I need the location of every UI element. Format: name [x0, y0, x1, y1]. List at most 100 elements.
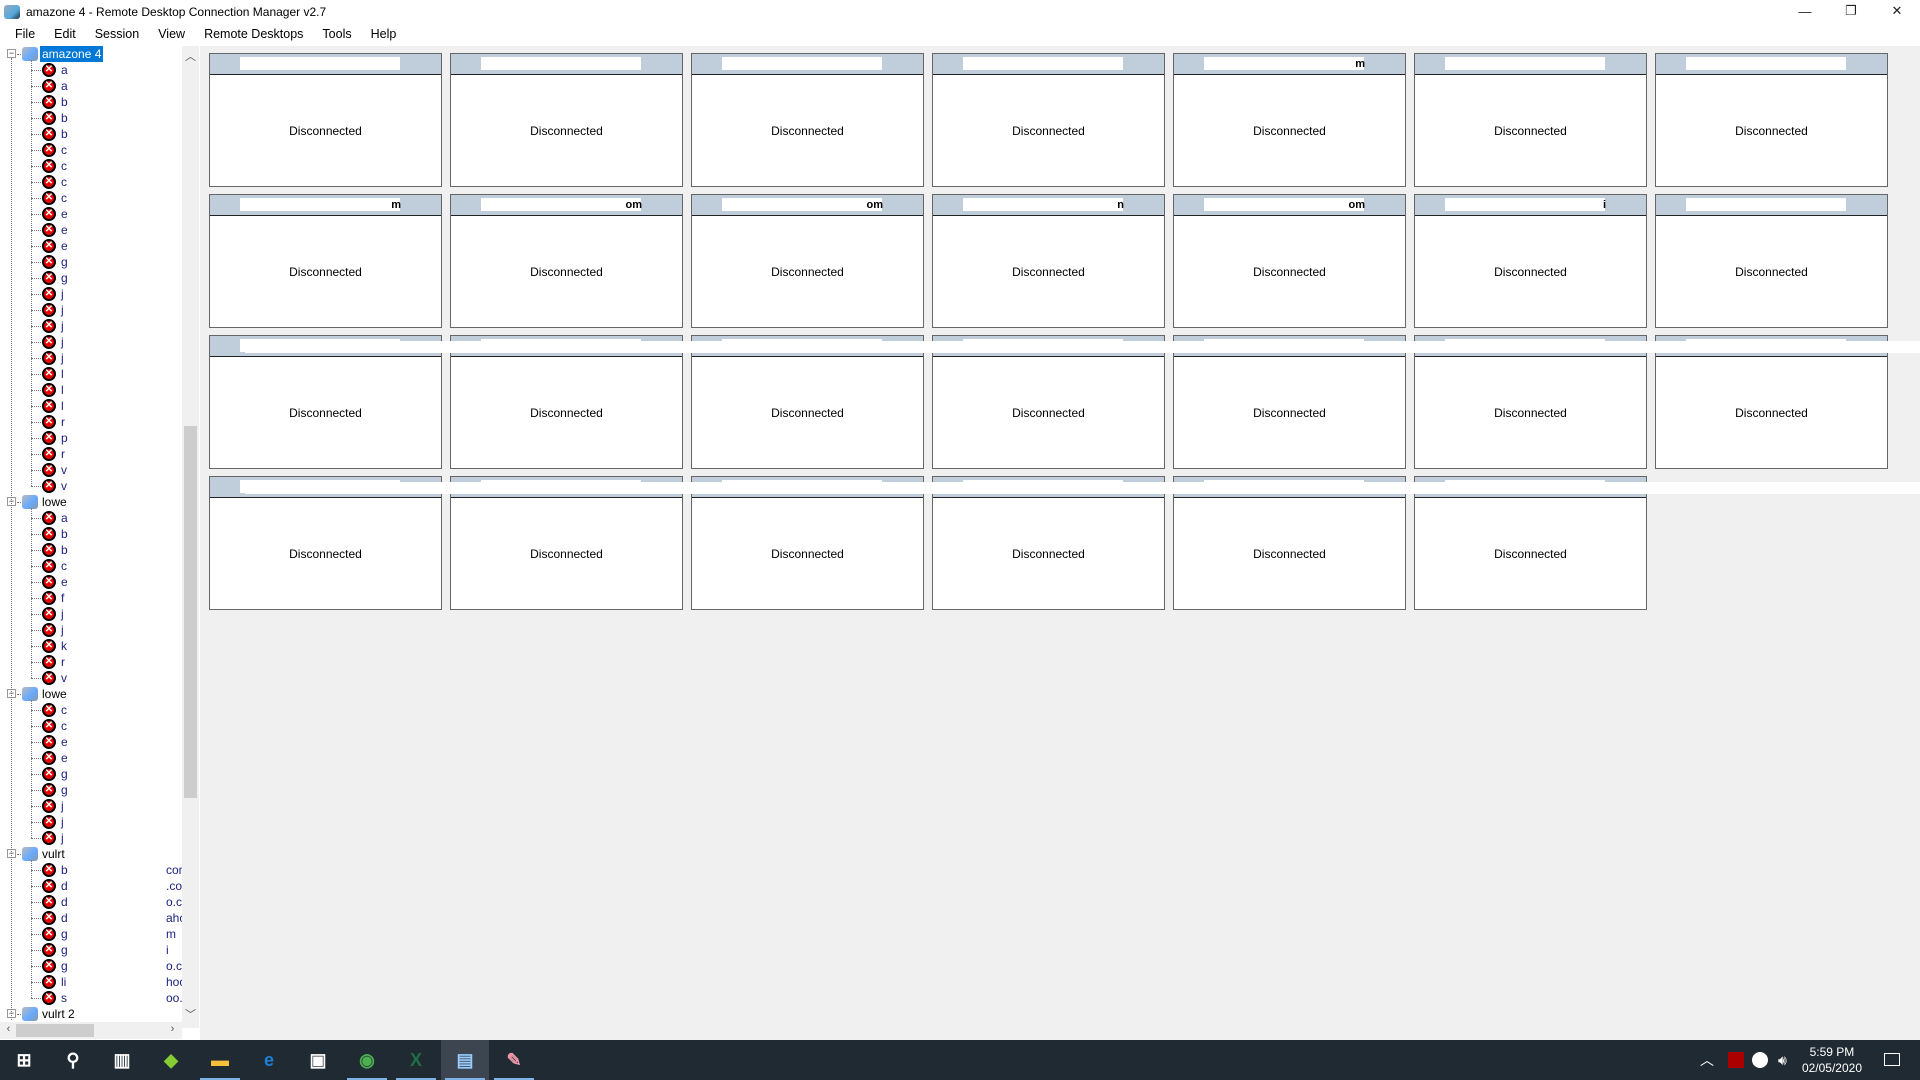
session-thumbnail[interactable]: m Disconnected	[1173, 53, 1406, 187]
xbox-icon[interactable]	[1752, 1052, 1768, 1068]
tree-server-item[interactable]: ✕ b	[0, 94, 182, 110]
tree-server-item[interactable]: ✕ l	[0, 366, 182, 382]
session-thumbnail[interactable]: n Disconnected	[932, 194, 1165, 328]
tree-server-item[interactable]: ✕ k	[0, 638, 182, 654]
tree-server-item[interactable]: ✕ j	[0, 830, 182, 846]
tree-server-item[interactable]: ✕ e	[0, 734, 182, 750]
tree-server-item[interactable]: ✕ j	[0, 622, 182, 638]
tree-group[interactable]: − vulrt	[0, 846, 182, 862]
tree-server-item[interactable]: ✕ e	[0, 574, 182, 590]
session-thumbnail[interactable]: Disconnected	[1655, 335, 1888, 469]
menu-edit[interactable]: Edit	[45, 27, 86, 41]
session-thumbnail[interactable]: Disconnected	[691, 335, 924, 469]
tree-server-item[interactable]: ✕ v	[0, 462, 182, 478]
menu-tools[interactable]: Tools	[313, 27, 361, 41]
chrome-taskbar-button[interactable]: ◉	[343, 1040, 391, 1080]
paint-taskbar-button[interactable]: ✎	[490, 1040, 538, 1080]
tree-server-item[interactable]: ✕ v	[0, 478, 182, 494]
bluestacks-taskbar-button[interactable]: ◆	[147, 1040, 195, 1080]
tree-server-item[interactable]: ✕ v	[0, 670, 182, 686]
tree-server-item[interactable]: ✕ j	[0, 318, 182, 334]
tree-server-item[interactable]: ✕ g	[0, 782, 182, 798]
session-thumbnail[interactable]: Disconnected	[1655, 194, 1888, 328]
tree-server-item[interactable]: ✕ e	[0, 750, 182, 766]
session-thumbnail[interactable]: Disconnected	[932, 476, 1165, 610]
tree-server-item[interactable]: ✕ c	[0, 174, 182, 190]
show-hidden-icons-icon[interactable]: ︿	[1700, 1050, 1714, 1070]
collapse-icon[interactable]: −	[7, 49, 16, 58]
thumbnail-header[interactable]	[451, 54, 682, 75]
tree-server-item[interactable]: ✕ d o.c	[0, 894, 182, 910]
tree-server-item[interactable]: ✕ li hoo	[0, 974, 182, 990]
thumbnail-header[interactable]: n	[933, 195, 1164, 216]
thumbnail-header[interactable]	[1415, 54, 1646, 75]
menu-session[interactable]: Session	[86, 27, 149, 41]
action-center-icon[interactable]	[1884, 1053, 1900, 1066]
session-thumbnail[interactable]: Disconnected	[1414, 476, 1647, 610]
tree-server-item[interactable]: ✕ j	[0, 798, 182, 814]
tree-server-item[interactable]: ✕ c	[0, 718, 182, 734]
scroll-thumb-horizontal[interactable]	[16, 1024, 94, 1037]
session-thumbnail[interactable]: Disconnected	[691, 476, 924, 610]
tree-server-item[interactable]: ✕ c	[0, 142, 182, 158]
excel-taskbar-button[interactable]: X	[392, 1040, 440, 1080]
tree-server-item[interactable]: ✕ l	[0, 398, 182, 414]
tree-server-item[interactable]: ✕ b	[0, 542, 182, 558]
session-thumbnail[interactable]: Disconnected	[1173, 476, 1406, 610]
thumbnail-header[interactable]	[692, 54, 923, 75]
thumbnail-header[interactable]	[210, 54, 441, 75]
tree-horizontal-scrollbar[interactable]: ‹ ›	[0, 1022, 182, 1039]
session-thumbnail[interactable]: m Disconnected	[209, 194, 442, 328]
thumbnail-header[interactable]: om	[692, 195, 923, 216]
menu-file[interactable]: File	[6, 27, 45, 41]
search-taskbar-button[interactable]: ⚲	[49, 1040, 97, 1080]
tree-server-item[interactable]: ✕ a	[0, 510, 182, 526]
session-thumbnail[interactable]: Disconnected	[1655, 53, 1888, 187]
tree-vertical-scrollbar[interactable]: ︿ ﹀	[182, 46, 199, 1028]
thumbnail-header[interactable]	[933, 54, 1164, 75]
tree-server-item[interactable]: ✕ j	[0, 334, 182, 350]
session-thumbnail[interactable]: Disconnected	[932, 335, 1165, 469]
tree-group[interactable]: − vulrt 2	[0, 1006, 182, 1022]
tree-server-item[interactable]: ✕ g m	[0, 926, 182, 942]
tree-group[interactable]: − lowe	[0, 686, 182, 702]
session-thumbnail[interactable]: om Disconnected	[1173, 194, 1406, 328]
tree-server-item[interactable]: ✕ c	[0, 158, 182, 174]
tree-server-item[interactable]: ✕ d .co	[0, 878, 182, 894]
tree-server-item[interactable]: ✕ b com	[0, 862, 182, 878]
scroll-down-icon[interactable]: ﹀	[182, 1006, 199, 1022]
tree-server-item[interactable]: ✕ j	[0, 814, 182, 830]
session-thumbnail[interactable]: Disconnected	[209, 335, 442, 469]
volume-icon[interactable]: 🔊︎	[1778, 1052, 1787, 1069]
start-taskbar-button[interactable]: ⊞	[0, 1040, 48, 1080]
session-thumbnail[interactable]: Disconnected	[1414, 335, 1647, 469]
session-thumbnail[interactable]: om Disconnected	[691, 194, 924, 328]
server-tree[interactable]: − amazone 4 ✕ a ✕ a ✕ b ✕ b ✕ b ✕ c ✕ c ✕ c ✕ c ✕ e ✕ e ✕ e ✕ g ✕ g ✕ j…	[0, 46, 182, 1028]
session-thumbnail[interactable]: Disconnected	[209, 476, 442, 610]
tree-server-item[interactable]: ✕ g i	[0, 942, 182, 958]
tree-server-item[interactable]: ✕ b	[0, 526, 182, 542]
menu-view[interactable]: View	[149, 27, 195, 41]
tree-server-item[interactable]: ✕ j	[0, 302, 182, 318]
thumbnail-header[interactable]	[1656, 195, 1887, 216]
task-view-taskbar-button[interactable]: ▥	[98, 1040, 146, 1080]
menu-help[interactable]: Help	[362, 27, 407, 41]
tree-server-item[interactable]: ✕ f	[0, 590, 182, 606]
tree-server-item[interactable]: ✕ e	[0, 238, 182, 254]
tree-server-item[interactable]: ✕ b	[0, 126, 182, 142]
tree-group[interactable]: − lowe	[0, 494, 182, 510]
clock[interactable]: 5:59 PM 02/05/2020	[1802, 1044, 1862, 1076]
restore-button[interactable]: ❐	[1828, 0, 1874, 22]
thumbnail-header[interactable]	[1656, 54, 1887, 75]
session-thumbnail[interactable]: Disconnected	[1173, 335, 1406, 469]
session-thumbnail[interactable]: Disconnected	[450, 476, 683, 610]
tree-server-item[interactable]: ✕ c	[0, 558, 182, 574]
tree-server-item[interactable]: ✕ c	[0, 702, 182, 718]
tree-server-item[interactable]: ✕ p	[0, 430, 182, 446]
tree-server-item[interactable]: ✕ a	[0, 78, 182, 94]
tree-server-item[interactable]: ✕ c	[0, 190, 182, 206]
session-thumbnail[interactable]: Disconnected	[450, 53, 683, 187]
scroll-thumb[interactable]	[184, 426, 197, 798]
store-taskbar-button[interactable]: ▣	[294, 1040, 342, 1080]
tree-server-item[interactable]: ✕ g o.c	[0, 958, 182, 974]
